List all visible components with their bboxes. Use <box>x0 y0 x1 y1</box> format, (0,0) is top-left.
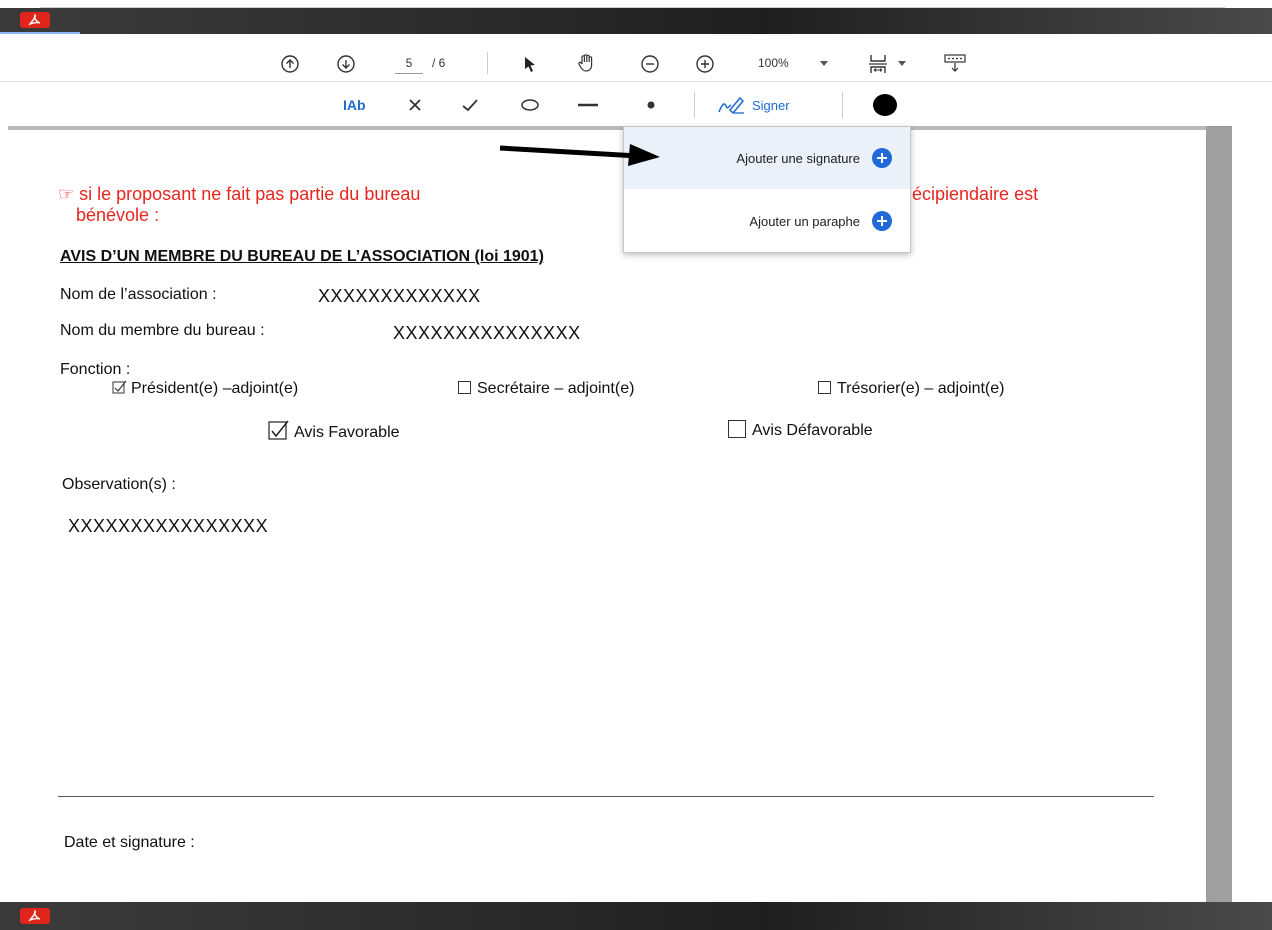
hand-tool-icon[interactable] <box>572 50 600 76</box>
checkbox-empty-icon <box>818 381 831 394</box>
add-initials-item[interactable]: Ajouter un paraphe <box>624 190 910 252</box>
association-value[interactable]: XXXXXXXXXXXXX <box>318 286 481 307</box>
zoom-level-dropdown[interactable]: 100% <box>758 56 789 70</box>
color-picker-swatch[interactable] <box>870 92 900 118</box>
option-secretaire-label: Secrétaire – adjoint(e) <box>477 380 635 397</box>
checkbox-empty-icon <box>728 420 746 438</box>
section-heading: AVIS D’UN MEMBRE DU BUREAU DE L’ASSOCIAT… <box>60 248 544 265</box>
check-mark-icon[interactable] <box>459 94 481 116</box>
option-tresorier-label: Trésorier(e) – adjoint(e) <box>837 380 1005 397</box>
checkbox-empty-icon <box>458 381 471 394</box>
avis-defavorable-label: Avis Défavorable <box>752 422 873 439</box>
signer-dropdown-menu: Ajouter une signature Ajouter un paraphe <box>623 126 911 253</box>
previous-page-icon[interactable] <box>278 52 302 76</box>
toolbar-separator <box>487 52 488 74</box>
document-page: ☞ si le proposant ne fait pas partie du … <box>0 126 1206 902</box>
intro-text-line1: ☞ si le proposant ne fait pas partie du … <box>58 184 421 204</box>
association-label: Nom de l’association : <box>60 286 217 303</box>
date-signature-label: Date et signature : <box>64 834 195 851</box>
page-fit-chevron-down-icon[interactable] <box>896 58 908 68</box>
select-tool-icon[interactable] <box>518 52 542 76</box>
member-value[interactable]: XXXXXXXXXXXXXXX <box>393 323 581 344</box>
option-president-label: Président(e) –adjoint(e) <box>131 380 299 397</box>
keyboard-scroll-icon[interactable] <box>940 50 970 76</box>
avis-defavorable[interactable]: Avis Défavorable <box>728 420 873 440</box>
annotation-arrow-icon <box>499 144 660 166</box>
pen-signature-icon <box>718 96 745 115</box>
bottom-taskbar <box>0 902 1272 930</box>
zoom-out-icon[interactable] <box>638 52 662 76</box>
navigation-toolbar: / 6 100% <box>0 44 1272 82</box>
acrobat-logo-icon <box>20 12 50 28</box>
acrobat-app-tab[interactable] <box>0 902 80 930</box>
option-tresorier[interactable]: Trésorier(e) – adjoint(e) <box>818 380 1004 398</box>
option-secretaire[interactable]: Secrétaire – adjoint(e) <box>458 380 634 398</box>
top-taskbar <box>0 8 1272 34</box>
line-tool-icon[interactable] <box>576 94 600 116</box>
toolbar-separator <box>842 92 843 118</box>
bottom-rule <box>58 796 1154 797</box>
avis-favorable[interactable]: Avis Favorable <box>268 420 400 442</box>
dot-tool-icon[interactable] <box>642 94 660 116</box>
avis-favorable-label: Avis Favorable <box>294 424 400 441</box>
add-text-tool[interactable]: IAb <box>343 94 366 116</box>
page-total-label: / 6 <box>432 56 446 70</box>
checked-small-box-icon <box>112 380 127 394</box>
observation-label: Observation(s) : <box>62 476 176 493</box>
intro-text-line1-tail: écipiendaire est <box>912 184 1039 204</box>
observation-value[interactable]: XXXXXXXXXXXXXXXX <box>68 516 268 537</box>
page-fit-icon[interactable] <box>864 50 894 78</box>
zoom-in-icon[interactable] <box>693 52 717 76</box>
window-top-border <box>40 0 1225 8</box>
text-tool-label: IAb <box>343 97 366 113</box>
toolbar-separator <box>694 92 695 118</box>
member-label: Nom du membre du bureau : <box>60 322 265 339</box>
add-signature-label: Ajouter une signature <box>736 150 860 166</box>
function-label: Fonction : <box>60 361 131 378</box>
option-president[interactable]: Président(e) –adjoint(e) <box>112 380 298 398</box>
cross-mark-icon[interactable] <box>404 94 426 116</box>
vertical-scrollbar[interactable] <box>1206 126 1232 902</box>
intro-text-line2: bénévole : <box>76 205 160 225</box>
acrobat-logo-icon <box>20 908 50 924</box>
signer-label: Signer <box>752 97 790 113</box>
acrobat-app-tab[interactable] <box>0 8 80 34</box>
zoom-chevron-down-icon[interactable] <box>818 58 830 68</box>
next-page-icon[interactable] <box>334 52 358 76</box>
ellipse-tool-icon[interactable] <box>518 94 542 116</box>
add-initials-label: Ajouter un paraphe <box>749 213 860 229</box>
signer-button[interactable]: Signer <box>716 92 790 118</box>
checked-box-icon <box>268 420 289 440</box>
page-number-input[interactable] <box>395 52 423 74</box>
plus-circle-icon <box>872 148 892 168</box>
fill-sign-toolbar: IAb Signer <box>0 84 1272 126</box>
add-signature-item[interactable]: Ajouter une signature <box>624 127 910 189</box>
plus-circle-icon <box>872 211 892 231</box>
